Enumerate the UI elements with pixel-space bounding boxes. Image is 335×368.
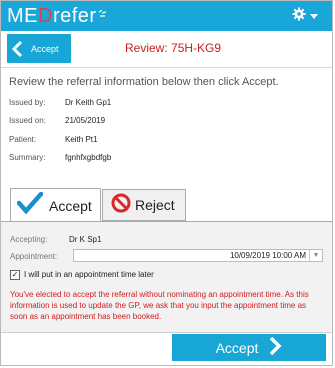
back-button-label: Accept: [31, 43, 59, 54]
checkmark-small-icon: ✓: [11, 270, 19, 279]
accepting-value: Dr K Sp1: [69, 235, 102, 244]
summary-label: Summary:: [9, 153, 46, 162]
tab-accept-label: Accept: [49, 197, 92, 214]
accept-button-label: Accept: [215, 339, 259, 356]
tab-accept[interactable]: Accept: [10, 188, 101, 222]
appointment-later-label: I will put in an appointment time later: [24, 270, 154, 279]
footer-divider: [1, 332, 332, 333]
accepting-label: Accepting:: [10, 235, 48, 244]
chevron-right-icon: [268, 336, 282, 358]
logo-d: D: [38, 5, 53, 27]
patient-label: Patient:: [9, 135, 37, 144]
page-title: Review: 75H-KG9: [125, 41, 222, 55]
dropdown-arrow-icon[interactable]: ▼: [309, 250, 322, 261]
gear-icon: [292, 6, 306, 26]
back-button[interactable]: Accept: [7, 34, 71, 63]
accept-button[interactable]: Accept: [172, 334, 326, 361]
logo-refer: refer: [52, 5, 97, 27]
tab-reject-label: Reject: [135, 197, 175, 213]
issued-on-value: 21/05/2019: [65, 116, 106, 125]
checkmark-icon: [16, 191, 44, 219]
app-logo: ME D refer: [7, 5, 107, 27]
title-bar: ME D refer: [1, 1, 332, 31]
settings-menu-button[interactable]: [285, 6, 325, 26]
logo-spark-icon: [97, 5, 107, 27]
issued-on-label: Issued on:: [9, 116, 46, 125]
appointment-later-checkbox[interactable]: ✓: [10, 270, 20, 280]
tab-reject[interactable]: Reject: [102, 189, 186, 221]
appointment-datetime-picker[interactable]: 10/09/2019 10:00 AM ▼: [73, 249, 323, 262]
app-window: ME D refer Accept Review: 75H-KG9 Review…: [0, 0, 333, 366]
chevron-left-icon: [7, 34, 27, 63]
summary-value: fgnhfxgbdfgb: [65, 153, 112, 162]
header-divider: [1, 67, 332, 68]
no-entry-icon: [111, 193, 131, 218]
chevron-down-icon: [310, 7, 318, 25]
intro-text: Review the referral information below th…: [9, 76, 279, 88]
decision-tabs: Accept Reject: [1, 188, 332, 222]
appointment-value: 10/09/2019 10:00 AM: [229, 251, 306, 260]
warning-message: You've elected to accept the referral wi…: [10, 290, 309, 321]
appointment-label: Appointment:: [10, 252, 58, 261]
logo-me: ME: [7, 5, 38, 27]
issued-by-value: Dr Keith Gp1: [65, 98, 112, 107]
patient-value: Keith Pt1: [65, 135, 98, 144]
issued-by-label: Issued by:: [9, 98, 46, 107]
